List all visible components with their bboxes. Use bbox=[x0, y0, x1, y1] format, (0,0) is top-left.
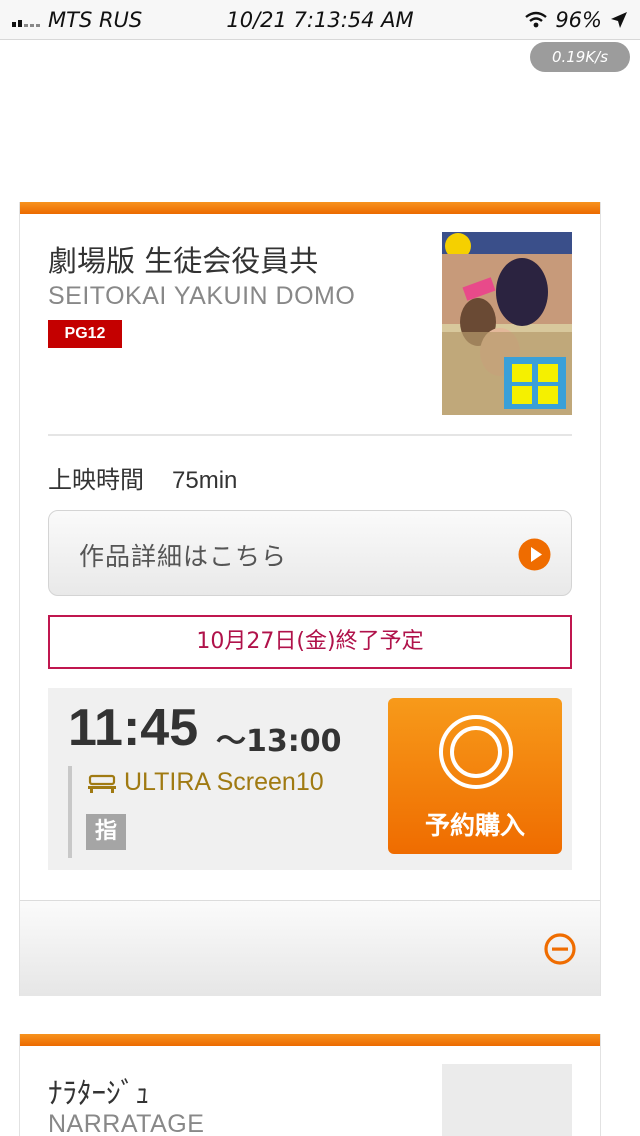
movie-detail-button[interactable]: 作品詳細はこちら bbox=[48, 510, 572, 596]
runtime-row: 上映時間 75min bbox=[48, 460, 237, 495]
play-circle-icon bbox=[518, 538, 551, 571]
showtime-left-rule bbox=[68, 766, 72, 858]
movie2-title-jp: ﾅﾗﾀｰｼﾞｭ bbox=[48, 1076, 150, 1110]
movie-card: 劇場版 生徒会役員共 SEITOKAI YAKUIN DOMO PG12 上映時… bbox=[19, 202, 601, 996]
reserve-purchase-label: 予約購入 bbox=[424, 811, 525, 840]
runtime-label: 上映時間 bbox=[48, 466, 144, 494]
screen-info: ULTIRA Screen10 bbox=[88, 768, 324, 797]
movie-card-2: ﾅﾗﾀｰｼﾞｭ NARRATAGE bbox=[19, 1034, 601, 1136]
end-date-notice: 10月27日(金)終了予定 bbox=[48, 615, 572, 669]
runtime-value: 75min bbox=[172, 467, 238, 494]
section-divider bbox=[48, 434, 572, 436]
movie2-poster[interactable] bbox=[442, 1064, 572, 1136]
movie-title-jp: 劇場版 生徒会役員共 bbox=[48, 244, 319, 278]
wifi-icon bbox=[525, 11, 548, 28]
battery-percent: 96% bbox=[555, 8, 602, 32]
movie2-title-en: NARRATAGE bbox=[48, 1110, 205, 1136]
network-speed-badge: 0.19K/s bbox=[530, 42, 630, 72]
movie-title-en: SEITOKAI YAKUIN DOMO bbox=[48, 282, 356, 310]
rating-badge: PG12 bbox=[48, 320, 122, 348]
status-bar: MTS RUS 10/21 7:13:54 AM 96% bbox=[0, 0, 640, 40]
showtime-slot: 11:45 ～13:00 ULTIRA Screen10 指 予約購入 bbox=[48, 688, 572, 870]
showtime-start: 11:45 bbox=[68, 699, 199, 757]
reserve-purchase-button[interactable]: 予約購入 bbox=[388, 698, 562, 854]
showtime-end: ～13:00 bbox=[216, 724, 342, 759]
screen-name: ULTIRA Screen10 bbox=[124, 768, 324, 796]
movie-poster[interactable] bbox=[442, 232, 572, 415]
poster-image bbox=[442, 232, 572, 415]
card-accent-bar bbox=[20, 202, 600, 214]
status-right: 96% bbox=[525, 8, 628, 32]
minus-circle-icon bbox=[544, 933, 576, 965]
screen-seats-icon bbox=[88, 774, 116, 793]
availability-circle-icon bbox=[439, 715, 513, 789]
reserved-seat-badge: 指 bbox=[86, 814, 126, 850]
card-accent-bar-2 bbox=[20, 1034, 600, 1046]
movie-detail-label: 作品詳細はこちら bbox=[79, 542, 288, 571]
location-arrow-icon bbox=[611, 12, 627, 28]
collapse-bar[interactable] bbox=[20, 900, 600, 996]
